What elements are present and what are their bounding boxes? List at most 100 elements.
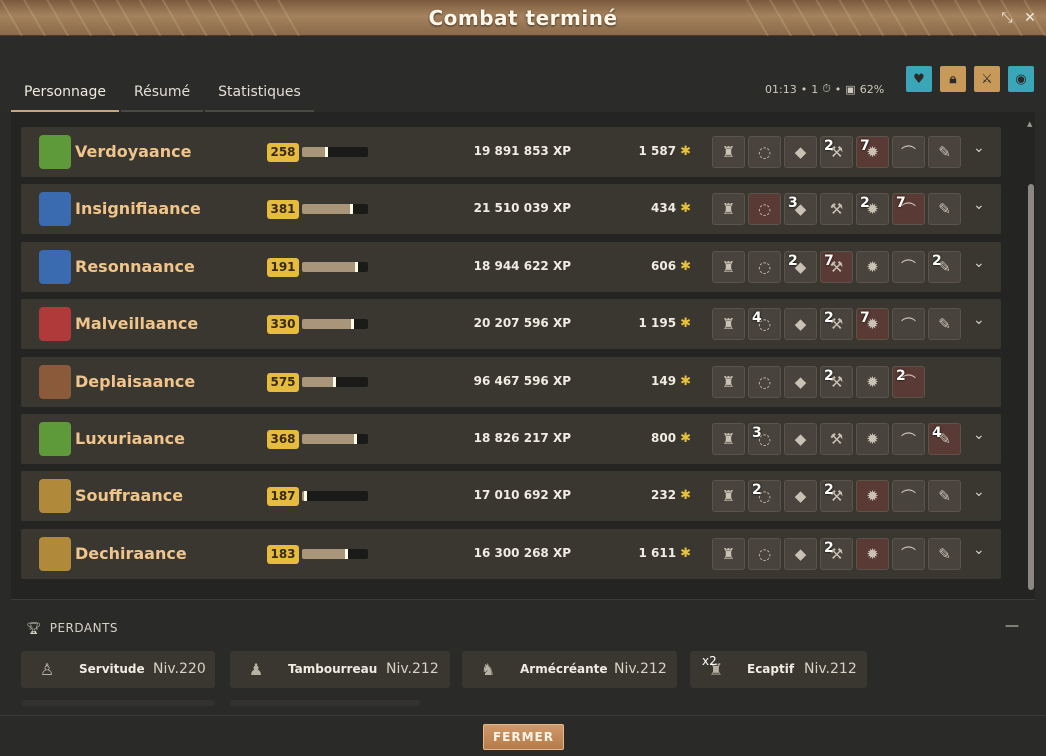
- loot-item[interactable]: ⚒ 2: [820, 308, 853, 341]
- player-row[interactable]: Verdoyaance 258 19 891 853 XP 1 587 ✱ ♜ ◌ ◆ ⚒ 2 ✹ 7…: [21, 127, 1001, 177]
- player-row[interactable]: Malveillaance 330 20 207 596 XP 1 195 ✱ ♜ ◌ 4 ◆ ⚒…: [21, 299, 1001, 350]
- loot-item[interactable]: ⚒ 2: [820, 365, 853, 398]
- monster-avatar: ♞: [480, 660, 496, 679]
- collapse-icon[interactable]: —: [1005, 618, 1019, 634]
- avatar: [39, 364, 71, 399]
- lock-icon[interactable]: 🔒︎: [940, 66, 966, 92]
- loot-item[interactable]: ✹: [856, 250, 889, 283]
- loot-item[interactable]: ⌒ 2: [892, 365, 925, 398]
- loser-card[interactable]: ♙ Servitude Niv.220: [21, 651, 215, 688]
- loot-item[interactable]: ✹ 2: [856, 193, 889, 226]
- chevron-down-icon[interactable]: ⌄: [973, 312, 985, 328]
- loot-item[interactable]: ◌: [748, 136, 781, 168]
- scroll-up-icon[interactable]: ▲: [1027, 120, 1032, 128]
- chevron-down-icon[interactable]: ⌄: [973, 140, 985, 156]
- scrollbar[interactable]: [1028, 184, 1034, 590]
- chevron-down-icon[interactable]: ⌄: [973, 255, 985, 271]
- loot-icon: ♜: [721, 143, 736, 161]
- loot-item[interactable]: ◌ 4: [748, 308, 781, 341]
- loot-list: ♜ ◌ ◆ 2 ⚒ 7 ✹ ⌒ ✎ 2: [712, 250, 961, 283]
- loot-item[interactable]: ♜: [712, 423, 745, 455]
- loot-item[interactable]: ◆: [784, 136, 817, 168]
- loot-quantity: 2: [824, 138, 834, 154]
- group-icon[interactable]: ⚔: [974, 66, 1000, 92]
- loot-item[interactable]: ♜: [712, 193, 745, 226]
- kamas-icon: ✱: [680, 316, 691, 332]
- chevron-down-icon[interactable]: ⌄: [973, 197, 985, 213]
- xp-progress-bar: [302, 491, 368, 502]
- loot-item[interactable]: ◆: [784, 480, 817, 513]
- loot-item[interactable]: ⌒: [892, 136, 925, 168]
- loot-item[interactable]: ◌: [748, 250, 781, 283]
- loot-item[interactable]: ◆: [784, 365, 817, 398]
- loot-item[interactable]: ◌: [748, 365, 781, 398]
- avatar: [39, 422, 71, 456]
- loser-card[interactable]: ♞ Armécréante Niv.212: [462, 651, 677, 688]
- loot-item[interactable]: ✎: [928, 193, 961, 226]
- duration-text: 01:13: [765, 82, 797, 96]
- loot-item[interactable]: ◆ 2: [784, 250, 817, 283]
- loot-item[interactable]: ◌: [748, 193, 781, 226]
- loot-item[interactable]: ⌒: [892, 308, 925, 341]
- loot-item[interactable]: ✹ 7: [856, 308, 889, 341]
- loot-item[interactable]: ⚒: [820, 423, 853, 455]
- loot-item[interactable]: ◌ 3: [748, 423, 781, 455]
- loot-item[interactable]: ✎ 4: [928, 423, 961, 455]
- player-row[interactable]: Deplaisaance 575 96 467 596 XP 149 ✱ ♜ ◌ ◆ ⚒ 2 ✹ ⌒ 2: [21, 356, 1001, 407]
- loot-item[interactable]: ⌒: [892, 250, 925, 283]
- loot-item[interactable]: ♜: [712, 136, 745, 168]
- loot-item[interactable]: ✎: [928, 480, 961, 513]
- loot-item[interactable]: ⌒: [892, 480, 925, 513]
- tab-personnage[interactable]: Personnage: [11, 80, 119, 112]
- loser-card[interactable]: ♜ x2 Ecaptif Niv.212: [690, 651, 867, 688]
- loot-item[interactable]: ◆: [784, 423, 817, 455]
- loot-item[interactable]: ⚒ 2: [820, 480, 853, 513]
- loot-item[interactable]: ⚒ 2: [820, 537, 853, 570]
- loot-item[interactable]: ✎: [928, 308, 961, 341]
- loot-item[interactable]: ⚒: [820, 193, 853, 226]
- player-row[interactable]: Resonnaance 191 18 944 622 XP 606 ✱ ♜ ◌ ◆ 2 ⚒ 7 ✹ ⌒ ✎…: [21, 241, 1001, 292]
- loot-item[interactable]: ✹: [856, 537, 889, 570]
- eye-icon[interactable]: ◉: [1008, 66, 1034, 92]
- loot-item[interactable]: ✹: [856, 480, 889, 513]
- close-icon[interactable]: ✕: [1021, 9, 1039, 27]
- player-row[interactable]: Luxuriaance 368 18 826 217 XP 800 ✱ ♜ ◌ 3 ◆ ⚒ ✹ ⌒ ✎ 4…: [21, 414, 1001, 464]
- hearts-icon[interactable]: ♥: [906, 66, 932, 92]
- loot-item[interactable]: ◆: [784, 308, 817, 341]
- loot-item[interactable]: ♜: [712, 365, 745, 398]
- loot-item[interactable]: ⌒ 7: [892, 193, 925, 226]
- loot-item[interactable]: ✹: [856, 365, 889, 398]
- loot-item[interactable]: ✹: [856, 423, 889, 455]
- loot-item[interactable]: ♜: [712, 537, 745, 570]
- tab-statistiques[interactable]: Statistiques: [205, 80, 314, 112]
- chevron-down-icon[interactable]: ⌄: [973, 542, 985, 558]
- loot-item[interactable]: ⚒ 7: [820, 250, 853, 283]
- loot-item[interactable]: ◌ 2: [748, 480, 781, 513]
- player-row[interactable]: Souffraance 187 17 010 692 XP 232 ✱ ♜ ◌ 2 ◆ ⚒ 2 ✹ ⌒ ✎…: [21, 471, 1001, 522]
- loot-item[interactable]: ◌: [748, 537, 781, 570]
- chevron-down-icon[interactable]: ⌄: [973, 427, 985, 443]
- loser-card[interactable]: ♟ Tambourreau Niv.212: [230, 651, 450, 688]
- losers-title: PERDANTS: [49, 621, 119, 635]
- loot-item[interactable]: ♜: [712, 308, 745, 341]
- kamas-icon: ✱: [680, 431, 691, 446]
- avatar: [39, 192, 71, 227]
- loot-item[interactable]: ◆: [784, 537, 817, 570]
- loot-item[interactable]: ♜: [712, 480, 745, 513]
- loot-item[interactable]: ✎: [928, 537, 961, 570]
- player-row[interactable]: Dechiraance 183 16 300 268 XP 1 611 ✱ ♜ ◌ ◆ ⚒ 2 ✹ ⌒…: [21, 528, 1001, 579]
- loot-item[interactable]: ✹ 7: [856, 136, 889, 168]
- loot-item[interactable]: ♜: [712, 250, 745, 283]
- loot-item[interactable]: ⌒: [892, 537, 925, 570]
- close-button[interactable]: FERMER: [483, 724, 564, 750]
- loot-item[interactable]: ✎ 2: [928, 250, 961, 283]
- tab-resume[interactable]: Résumé: [121, 80, 204, 112]
- player-row[interactable]: Insignifiaance 381 21 510 039 XP 434 ✱ ♜ ◌ ◆ 3 ⚒ ✹…: [21, 184, 1001, 235]
- loot-item[interactable]: ⌒: [892, 423, 925, 455]
- chevron-down-icon[interactable]: ⌄: [973, 484, 985, 500]
- player-name: Dechiraance: [75, 543, 187, 563]
- loot-item[interactable]: ✎: [928, 136, 961, 168]
- loot-item[interactable]: ⚒ 2: [820, 136, 853, 168]
- loot-item[interactable]: ◆ 3: [784, 193, 817, 226]
- minimize-icon[interactable]: ⤡: [998, 9, 1016, 27]
